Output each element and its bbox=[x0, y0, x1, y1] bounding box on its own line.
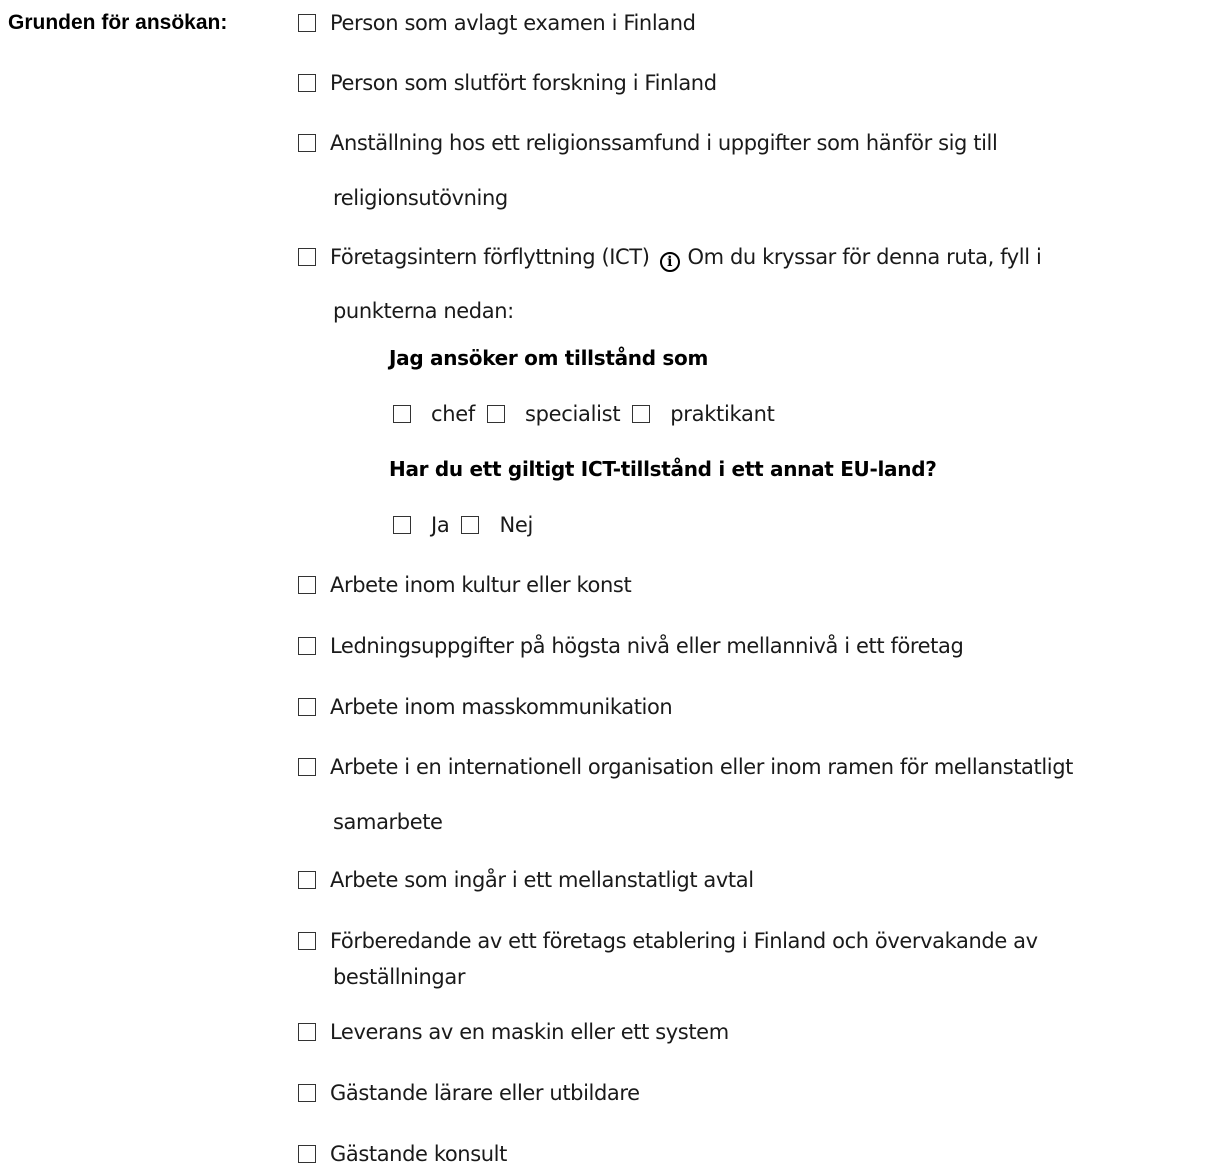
checkbox-icon[interactable] bbox=[486, 405, 505, 423]
ict-role-chef[interactable]: chef bbox=[393, 400, 475, 428]
option-note: Om du kryssar för denna ruta, fyll i bbox=[687, 245, 1042, 269]
checkbox-icon[interactable] bbox=[298, 14, 316, 32]
option-label: Person som avlagt examen i Finland bbox=[330, 11, 696, 35]
checkbox-icon[interactable] bbox=[298, 74, 316, 92]
checkbox-icon[interactable] bbox=[632, 405, 651, 423]
option-label: Företagsintern förflyttning (ICT) bbox=[330, 245, 650, 269]
option-label: Arbete inom kultur eller konst bbox=[330, 573, 632, 597]
info-icon[interactable]: i bbox=[659, 252, 680, 272]
checkbox-icon[interactable] bbox=[298, 758, 316, 776]
form-label: Grunden för ansökan: bbox=[8, 11, 228, 34]
option-ict-transfer[interactable]: Företagsintern förflyttning (ICT) i Om du … bbox=[298, 243, 1042, 272]
option-label: Gästande konsult bbox=[330, 1142, 507, 1166]
option-religious-community[interactable]: Anställning hos ett religionssamfund i u… bbox=[298, 129, 998, 157]
option-label: specialist bbox=[524, 402, 621, 426]
checkbox-icon[interactable] bbox=[298, 932, 316, 950]
checkbox-icon[interactable] bbox=[393, 516, 411, 534]
option-label: Nej bbox=[499, 513, 534, 537]
option-mass-communication[interactable]: Arbete inom masskommunikation bbox=[298, 693, 673, 721]
option-label: Anställning hos ett religionssamfund i u… bbox=[330, 131, 998, 155]
option-label: Leverans av en maskin eller ett system bbox=[330, 1020, 729, 1044]
option-company-establishment[interactable]: Förberedande av ett företags etablering … bbox=[298, 927, 1038, 955]
checkbox-icon[interactable] bbox=[298, 1145, 316, 1163]
checkbox-icon[interactable] bbox=[298, 637, 316, 655]
option-label: Förberedande av ett företags etablering … bbox=[330, 929, 1038, 953]
checkbox-icon[interactable] bbox=[298, 1023, 316, 1041]
option-label: chef bbox=[431, 402, 475, 426]
ict-permit-options: Ja Nej bbox=[393, 511, 545, 539]
option-machine-delivery[interactable]: Leverans av en maskin eller ett system bbox=[298, 1018, 729, 1046]
ict-permit-no[interactable]: Nej bbox=[461, 511, 533, 539]
option-label: Ledningsuppgifter på högsta nivå eller m… bbox=[330, 634, 964, 658]
checkbox-icon[interactable] bbox=[298, 871, 316, 889]
checkbox-icon[interactable] bbox=[393, 405, 411, 423]
checkbox-icon[interactable] bbox=[298, 134, 316, 152]
ict-role-specialist[interactable]: specialist bbox=[486, 400, 621, 428]
ict-role-praktikant[interactable]: praktikant bbox=[632, 400, 775, 428]
option-label: Arbete som ingår i ett mellanstatligt av… bbox=[330, 868, 754, 892]
option-intergovernmental-agreement[interactable]: Arbete som ingår i ett mellanstatligt av… bbox=[298, 866, 754, 894]
checkbox-icon[interactable] bbox=[298, 248, 316, 266]
option-label: Ja bbox=[431, 513, 450, 537]
option-label: Arbete i en internationell organisation … bbox=[330, 755, 1073, 779]
option-label-continued: punkterna nedan: bbox=[333, 299, 514, 323]
option-label: Person som slutfört forskning i Finland bbox=[330, 71, 717, 95]
option-degree-in-finland[interactable]: Person som avlagt examen i Finland bbox=[298, 9, 696, 37]
option-visiting-teacher[interactable]: Gästande lärare eller utbildare bbox=[298, 1079, 640, 1107]
option-label-continued: religionsutövning bbox=[333, 186, 508, 210]
option-culture-art[interactable]: Arbete inom kultur eller konst bbox=[298, 571, 632, 599]
ict-permit-heading: Har du ett giltigt ICT-tillstånd i ett a… bbox=[389, 457, 937, 481]
checkbox-icon[interactable] bbox=[298, 576, 316, 594]
option-label: praktikant bbox=[670, 402, 775, 426]
ict-permit-yes[interactable]: Ja bbox=[393, 511, 450, 539]
checkbox-icon[interactable] bbox=[298, 1084, 316, 1102]
ict-role-heading: Jag ansöker om tillstånd som bbox=[389, 346, 708, 370]
option-label: Gästande lärare eller utbildare bbox=[330, 1081, 640, 1105]
option-label-continued: beställningar bbox=[333, 965, 466, 989]
checkbox-icon[interactable] bbox=[298, 698, 316, 716]
option-label: Arbete inom masskommunikation bbox=[330, 695, 673, 719]
option-research-in-finland[interactable]: Person som slutfört forskning i Finland bbox=[298, 69, 717, 97]
checkbox-icon[interactable] bbox=[461, 516, 480, 534]
option-visiting-consultant[interactable]: Gästande konsult bbox=[298, 1140, 507, 1168]
ict-role-options: chef specialist praktikant bbox=[393, 400, 787, 428]
option-international-organisation[interactable]: Arbete i en internationell organisation … bbox=[298, 753, 1073, 781]
option-label-continued: samarbete bbox=[333, 810, 443, 834]
option-management[interactable]: Ledningsuppgifter på högsta nivå eller m… bbox=[298, 632, 964, 660]
